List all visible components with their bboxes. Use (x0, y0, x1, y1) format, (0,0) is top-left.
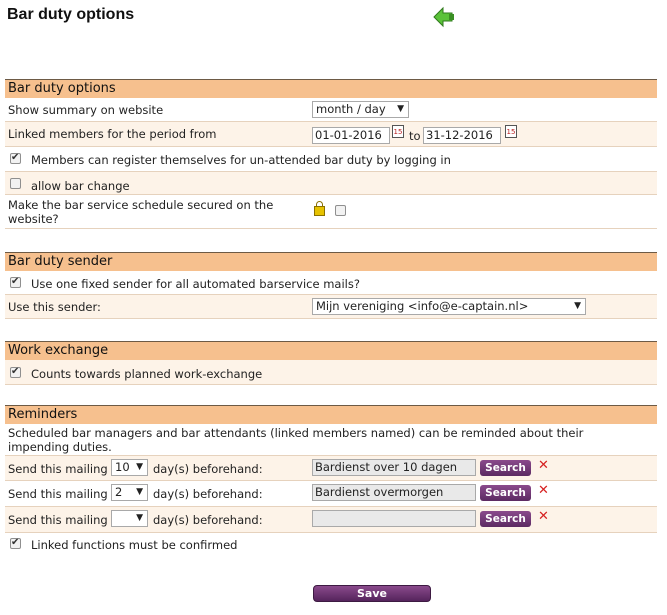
chevron-down-icon: ▼ (136, 487, 143, 497)
bar-duty-options-section: Bar duty options Show summary on website… (5, 79, 657, 229)
secured-row: Make the bar service schedule secured on… (5, 195, 657, 229)
delete-icon[interactable]: ✕ (538, 510, 549, 523)
days-beforehand-label: day(s) beforehand: (153, 513, 263, 527)
bar-duty-sender-header: Bar duty sender (5, 252, 657, 271)
period-to-label: to (409, 129, 421, 143)
search-button[interactable]: Search (480, 485, 531, 501)
reminders-header: Reminders (5, 405, 657, 424)
work-exchange-section: Work exchange Counts towards planned wor… (5, 341, 657, 385)
register-row: Members can register themselves for un-a… (5, 147, 657, 172)
delete-icon[interactable]: ✕ (538, 484, 549, 497)
work-exchange-header: Work exchange (5, 341, 657, 360)
mailing-input[interactable]: Bardienst overmorgen (312, 484, 476, 501)
summary-label: Show summary on website (8, 103, 164, 117)
days-select-value: 2 (115, 485, 123, 499)
reminders-description-row: Scheduled bar managers and bar attendant… (5, 424, 657, 456)
bar-duty-options-header: Bar duty options (5, 79, 657, 98)
summary-select-value: month / day (316, 102, 386, 116)
use-sender-row: Use this sender: Mijn vereniging <info@e… (5, 295, 657, 319)
chevron-down-icon: ▼ (136, 513, 143, 523)
reminders-description: Scheduled bar managers and bar attendant… (8, 426, 584, 454)
send-mailing-label: Send this mailing (8, 487, 108, 501)
back-arrow-icon[interactable] (432, 6, 456, 28)
secured-checkbox[interactable] (335, 205, 346, 216)
period-label: Linked members for the period from (8, 127, 217, 141)
fixed-sender-row: Use one fixed sender for all automated b… (5, 271, 657, 295)
calendar-icon[interactable]: 15 (392, 125, 404, 138)
period-to-input[interactable]: 31-12-2016 (423, 127, 501, 144)
reminder-row: Send this mailing 2 ▼ day(s) beforehand:… (5, 481, 657, 507)
chevron-down-icon: ▼ (574, 301, 581, 311)
summary-select[interactable]: month / day ▼ (312, 101, 409, 118)
delete-icon[interactable]: ✕ (538, 459, 549, 472)
counts-row: Counts towards planned work-exchange (5, 360, 657, 385)
sender-select-value: Mijn vereniging <info@e-captain.nl> (316, 299, 529, 313)
lock-icon (314, 201, 325, 216)
register-label: Members can register themselves for un-a… (31, 153, 451, 167)
use-sender-label: Use this sender: (8, 300, 101, 314)
chevron-down-icon: ▼ (136, 462, 143, 472)
register-checkbox[interactable] (10, 151, 21, 165)
chevron-down-icon: ▼ (397, 104, 404, 114)
summary-row: Show summary on website month / day ▼ (5, 98, 657, 122)
confirm-row: Linked functions must be confirmed (5, 533, 657, 555)
mailing-input[interactable]: Bardienst over 10 dagen (312, 459, 476, 476)
page-title: Bar duty options (7, 6, 135, 23)
bar-change-row: allow bar change (5, 172, 657, 195)
fixed-sender-checkbox[interactable] (10, 275, 21, 289)
send-mailing-label: Send this mailing (8, 513, 108, 527)
reminder-row: Send this mailing 10 ▼ day(s) beforehand… (5, 456, 657, 481)
bar-change-checkbox[interactable] (10, 178, 21, 189)
sender-select[interactable]: Mijn vereniging <info@e-captain.nl> ▼ (312, 298, 586, 315)
period-from-input[interactable]: 01-01-2016 (312, 127, 390, 144)
bar-change-label: allow bar change (31, 179, 130, 193)
days-beforehand-label: day(s) beforehand: (153, 487, 263, 501)
mailing-input[interactable] (312, 510, 476, 527)
fixed-sender-label: Use one fixed sender for all automated b… (31, 277, 360, 291)
counts-checkbox[interactable] (10, 365, 21, 379)
reminder-row: Send this mailing ▼ day(s) beforehand: S… (5, 507, 657, 533)
secured-label: Make the bar service schedule secured on… (8, 198, 274, 226)
days-select-value: 10 (115, 460, 130, 474)
confirm-label: Linked functions must be confirmed (31, 538, 238, 552)
save-button[interactable]: Save (313, 585, 431, 602)
search-button[interactable]: Search (480, 460, 531, 476)
counts-label: Counts towards planned work-exchange (31, 367, 263, 381)
calendar-icon[interactable]: 15 (505, 125, 517, 138)
days-beforehand-label: day(s) beforehand: (153, 462, 263, 476)
reminders-section: Reminders Scheduled bar managers and bar… (5, 405, 657, 555)
send-mailing-label: Send this mailing (8, 462, 108, 476)
search-button[interactable]: Search (480, 511, 531, 527)
period-row: Linked members for the period from 01-01… (5, 122, 657, 147)
days-select[interactable]: ▼ (111, 510, 148, 527)
confirm-checkbox[interactable] (10, 536, 21, 550)
days-select[interactable]: 10 ▼ (111, 459, 148, 476)
bar-duty-sender-section: Bar duty sender Use one fixed sender for… (5, 252, 657, 319)
days-select[interactable]: 2 ▼ (111, 484, 148, 501)
